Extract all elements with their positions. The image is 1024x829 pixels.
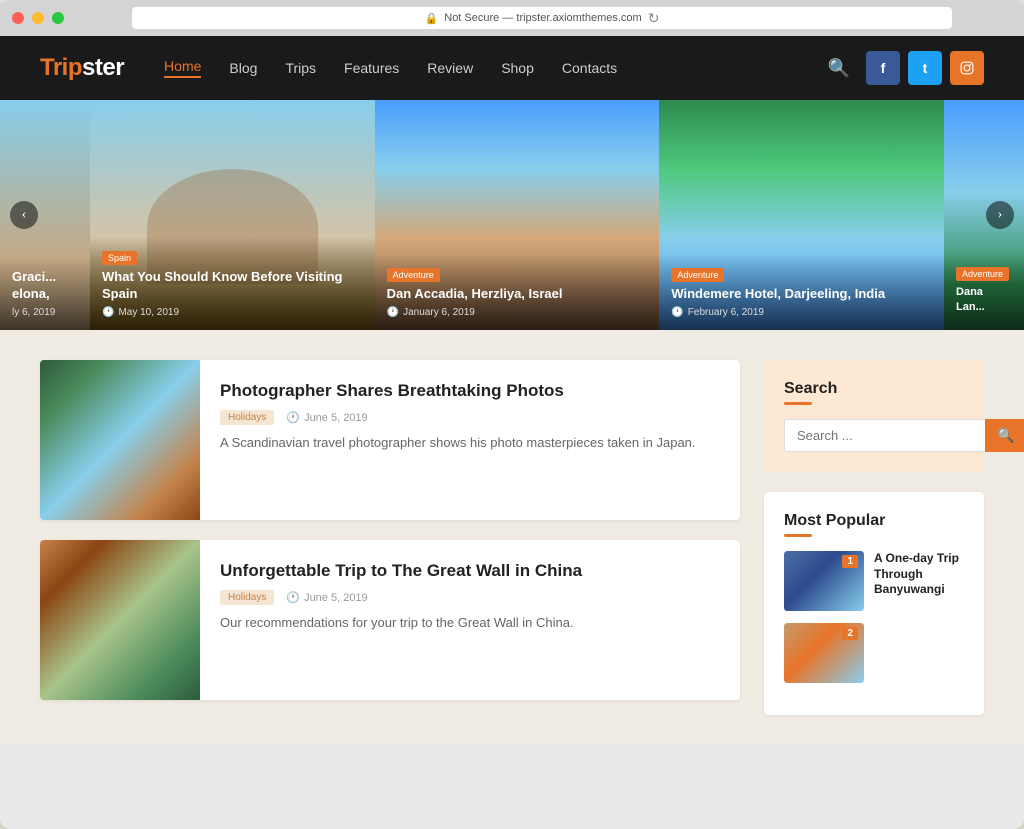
nav-blog[interactable]: Blog [229,60,257,76]
main-content: Photographer Shares Breathtaking Photos … [0,330,1024,745]
logo-ster: ster [82,54,124,81]
nav-review[interactable]: Review [427,60,473,76]
hero-slider: ‹ Graci...elona, ly 6, 2019 Spain [0,100,1024,330]
search-icon[interactable]: 🔍 [828,58,850,79]
slide-tag-israel: Adventure [387,268,440,282]
slide-title-india: Windemere Hotel, Darjeeling, India [671,286,932,303]
popular-item-1[interactable]: 1 A One-day Trip Through Banyuwangi [784,551,964,611]
article-thumb-2 [40,540,200,700]
sidebar: Search 🔍 Most Popular 1 [764,360,984,715]
slide-title-spain: What You Should Know Before Visiting Spa… [102,269,363,303]
nav-home[interactable]: Home [164,58,201,78]
search-widget-title: Search [784,380,964,398]
articles-column: Photographer Shares Breathtaking Photos … [40,360,740,715]
article-card-2: Unforgettable Trip to The Great Wall in … [40,540,740,700]
article-thumb-1 [40,360,200,520]
logo-trip: Trip [40,54,82,81]
twitter-button[interactable]: t [908,51,942,85]
slide-title-israel: Dan Accadia, Herzliya, Israel [387,286,648,303]
slide-date-israel: 🕐 January 6, 2019 [387,307,648,318]
article-card-1: Photographer Shares Breathtaking Photos … [40,360,740,520]
slider-next-button[interactable]: › [986,201,1014,229]
article-tag-1: Holidays [220,410,274,425]
lock-icon: 🔒 [425,12,439,25]
slide-date-partial-left: ly 6, 2019 [12,307,78,318]
maximize-dot[interactable] [52,12,64,24]
browser-titlebar: 🔒 Not Secure — tripster.axiomthemes.com … [0,0,1024,36]
slide-overlay-india: Adventure Windemere Hotel, Darjeeling, I… [659,253,944,330]
clock-icon-1: 🕐 [286,411,300,424]
article-meta-1: Holidays 🕐 June 5, 2019 [220,410,696,425]
address-bar[interactable]: 🔒 Not Secure — tripster.axiomthemes.com … [132,7,952,29]
slide-card-spain[interactable]: Spain What You Should Know Before Visiti… [90,100,375,330]
popular-item-title-1: A One-day Trip Through Banyuwangi [874,551,964,611]
article-excerpt-2: Our recommendations for your trip to the… [220,613,582,633]
slide-overlay-partial-left: Graci...elona, ly 6, 2019 [0,257,90,330]
site-content: Tripster Home Blog Trips Features Review… [0,36,1024,745]
nav-icons: 🔍 f t [828,51,984,85]
browser-window: 🔒 Not Secure — tripster.axiomthemes.com … [0,0,1024,829]
search-widget: Search 🔍 [764,360,984,472]
slide-date-india: 🕐 February 6, 2019 [671,307,932,318]
nav-contacts[interactable]: Contacts [562,60,617,76]
article-meta-2: Holidays 🕐 June 5, 2019 [220,590,582,605]
nav-trips[interactable]: Trips [285,60,316,76]
slide-overlay-spain: Spain What You Should Know Before Visiti… [90,236,375,330]
search-widget-title-line [784,402,812,405]
slide-card-india[interactable]: Adventure Windemere Hotel, Darjeeling, I… [659,100,944,330]
refresh-icon[interactable]: ↻ [648,10,660,27]
most-popular-widget: Most Popular 1 A One-day Trip Through Ba… [764,492,984,715]
slide-tag-spain: Spain [102,251,137,265]
slide-overlay-israel: Adventure Dan Accadia, Herzliya, Israel … [375,253,660,330]
minimize-dot[interactable] [32,12,44,24]
search-form: 🔍 [784,419,964,452]
article-date-2: 🕐 June 5, 2019 [286,591,367,604]
article-excerpt-1: A Scandinavian travel photographer shows… [220,433,696,453]
article-title-1: Photographer Shares Breathtaking Photos [220,380,696,402]
site-logo[interactable]: Tripster [40,54,124,82]
slide-card-israel[interactable]: Adventure Dan Accadia, Herzliya, Israel … [375,100,660,330]
popular-thumb-2: 2 [784,623,864,683]
popular-num-1: 1 [842,555,858,568]
article-body-1: Photographer Shares Breathtaking Photos … [200,360,716,520]
close-dot[interactable] [12,12,24,24]
slide-tag-india: Adventure [671,268,724,282]
slide-title-malaysia: Dana Lan... [956,285,1012,314]
article-body-2: Unforgettable Trip to The Great Wall in … [200,540,602,700]
nav-links: Home Blog Trips Features Review Shop Con… [164,58,828,78]
slide-tag-malaysia: Adventure [956,267,1009,281]
nav-features[interactable]: Features [344,60,399,76]
article-title-2: Unforgettable Trip to The Great Wall in … [220,560,582,582]
slide-overlay-malaysia: Adventure Dana Lan... [944,252,1024,330]
most-popular-title-line [784,534,812,537]
slider-prev-button[interactable]: ‹ [10,201,38,229]
most-popular-title: Most Popular [784,512,964,530]
search-submit-button[interactable]: 🔍 [985,419,1024,452]
popular-num-2: 2 [842,627,858,640]
url-text: Not Secure — tripster.axiomthemes.com [444,12,641,24]
nav-shop[interactable]: Shop [501,60,534,76]
facebook-button[interactable]: f [866,51,900,85]
slide-title-partial-left: Graci...elona, [12,269,78,303]
slide-date-spain: 🕐 May 10, 2019 [102,307,363,318]
instagram-button[interactable] [950,51,984,85]
popular-thumb-1: 1 [784,551,864,611]
article-tag-2: Holidays [220,590,274,605]
slider-cards: Graci...elona, ly 6, 2019 Spain What You… [0,100,1024,330]
popular-item-2[interactable]: 2 [784,623,964,683]
search-input[interactable] [784,419,985,452]
navbar: Tripster Home Blog Trips Features Review… [0,36,1024,100]
article-date-1: 🕐 June 5, 2019 [286,411,367,424]
clock-icon-2: 🕐 [286,591,300,604]
